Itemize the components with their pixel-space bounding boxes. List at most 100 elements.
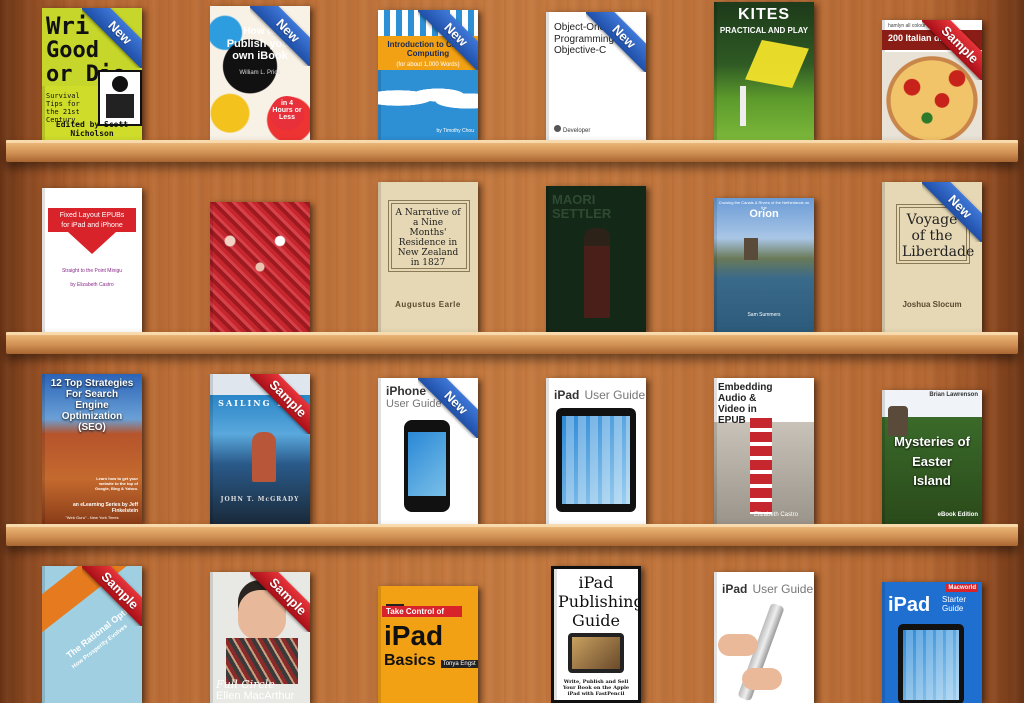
book-title-line1: iPad [722, 582, 748, 596]
shelf-plank [6, 332, 1018, 354]
book-author: Elizabeth Castro [754, 512, 799, 518]
sailor-figure [252, 432, 276, 482]
book-castellers-photo[interactable] [210, 202, 310, 332]
book-title-line2: Publish your own iBook [226, 38, 294, 62]
book-ipad-user-guide-hands[interactable]: iPad User Guide [714, 572, 814, 703]
book-title-line3: Starter Guide [942, 595, 967, 613]
book-title-line1: KITES [737, 6, 791, 23]
shelf-plank [6, 524, 1018, 546]
book-title-line1: Object-Oriented [554, 22, 625, 33]
book-take-control-ipad-basics[interactable]: Take Control of iPad Basics Tonya Engst [378, 586, 478, 703]
book-author: Tonya Engst [440, 660, 478, 668]
hand-icon [718, 634, 758, 656]
book-mysteries-of-easter-island[interactable]: Brian Lawrenson Mysteries of Easter Isla… [882, 390, 982, 524]
book-rational-optimist[interactable]: The Rational Optim How Prosperity Evolve… [42, 566, 142, 703]
book-ipad-user-guide[interactable]: iPad User Guide [546, 378, 646, 524]
book-title-line2: (for about 1,000 Words) [396, 62, 460, 68]
book-title-line2: User Guide [386, 398, 442, 410]
book-author: JOHN T. McGRADY [220, 496, 300, 503]
book-title-line2: User Guide [752, 582, 814, 596]
book-title: 12 Top Strategies For Search Engine Opti… [50, 378, 134, 433]
book-title-line2: iPad [384, 620, 444, 651]
book-author: Brian Lawrenson [929, 392, 978, 398]
shelf-plank [6, 140, 1018, 162]
book-title-row: iPad User Guide [722, 578, 813, 597]
ipad-icon [556, 408, 636, 512]
pizza-image [882, 52, 982, 140]
book-publish-your-own-ibook[interactable]: How to Publish your own iBook William L.… [210, 6, 310, 140]
book-author: an eLearning Series by Jeff Finkelstein [72, 502, 138, 514]
writer-illustration [98, 70, 142, 126]
book-title-row: iPad [888, 594, 930, 617]
book-title-line1: Fixed Layout EPUBs [59, 212, 125, 219]
book-author: William L. Price [239, 70, 281, 76]
book-title-line1: How to [243, 26, 277, 37]
book-title-line3: Basics [384, 652, 436, 669]
kite-illustration [745, 39, 809, 89]
figure-illustration [584, 228, 610, 318]
book-intro-cloud-computing[interactable]: Introduction to Cloud Computing (for abo… [378, 10, 478, 140]
book-title-line2: User Guide [584, 388, 646, 402]
book-title: Orion [749, 208, 779, 220]
book-narrative-new-zealand[interactable]: A Narrative of a Nine Months' Residence … [378, 182, 478, 332]
ipad-icon [898, 624, 964, 703]
book-subtitle: Write, Publish and Sell Your Book on the… [562, 679, 630, 697]
book-title-line1: iPad [554, 388, 580, 402]
book-subtitle: Straight to the Point Minigu [61, 268, 123, 274]
book-publisher: Macworld [946, 584, 978, 592]
book-title-line2: Ellen MacArthur [216, 690, 295, 702]
book-kites-practical-and-play[interactable]: KITES PRACTICAL AND PLAY [714, 2, 814, 140]
book-author: Edited by Scott Nicholson [55, 120, 129, 138]
portrait-face [238, 580, 286, 640]
book-footer: "Web Guru" - New York Times [65, 515, 119, 520]
book-embedding-audio-video-epub[interactable]: Embedding Audio & Video in EPUB Elizabet… [714, 378, 814, 524]
book-orion[interactable]: Cruising the Canals & Rivers of the Neth… [714, 198, 814, 332]
book-footer: eBook Edition [937, 512, 978, 518]
book-12-top-seo-strategies[interactable]: 12 Top Strategies For Search Engine Opti… [42, 374, 142, 524]
book-title: A Narrative of a Nine Months' Residence … [395, 208, 461, 268]
book-author: by Elizabeth Castro [70, 282, 114, 288]
book-author: by Timothy Chou [436, 128, 474, 134]
book-title-line2: for iPad and iPhone [61, 222, 123, 229]
book-iphone-user-guide[interactable]: iPhone User Guide New [378, 378, 478, 524]
hand-icon-2 [742, 668, 782, 690]
book-sailing[interactable]: SAILING THE JOHN T. McGRADY Sample [210, 374, 310, 524]
book-footer: Developer [563, 128, 591, 134]
book-title: iPad Publishing Guide [558, 573, 641, 630]
book-voyage-of-the-liberdade[interactable]: Voyage of the Liberdade Joshua Slocum Ne… [882, 182, 982, 332]
iphone-icon [404, 420, 450, 512]
book-title-line1: hamlyn all colour cookbook [888, 23, 949, 29]
book-maori-settler[interactable]: MAORI SETTLER [546, 186, 646, 332]
book-title-line2: iPad [888, 594, 931, 616]
book-200-italian-dishes[interactable]: hamlyn all colour cookbook 200 Italian d… [882, 20, 982, 140]
book-title-line1: iPhone [386, 384, 427, 398]
ipad-device-icon [568, 633, 624, 673]
book-title-row: Basics Tonya Engst [384, 650, 478, 670]
book-fixed-layout-epubs[interactable]: Fixed Layout EPUBs for iPad and iPhone S… [42, 188, 142, 332]
book-title: Mysteries of Easter Island [894, 434, 970, 488]
book-ipad-publishing-guide[interactable]: iPad Publishing Guide Write, Publish and… [551, 566, 641, 703]
book-title-row: iPad User Guide [554, 384, 645, 403]
book-author: Joshua Slocum [902, 300, 962, 309]
book-title-line2: PRACTICAL AND PLAY [719, 26, 809, 35]
book-author: Sam Summers [747, 312, 781, 318]
book-title: SAILING THE [218, 398, 302, 408]
book-title-line2: Good [46, 38, 99, 63]
book-author: Augustus Earle [395, 300, 461, 309]
book-macworld-ipad-starter-guide[interactable]: Macworld iPad Starter Guide [882, 582, 982, 703]
book-title: Voyage of the Liberdade [902, 212, 975, 260]
red-arrow-tip [68, 232, 116, 254]
book-title-line1: Introduction to Cloud Computing [387, 40, 469, 58]
book-full-circle-ellen-macarthur[interactable]: Full Circle Ellen MacArthur Sample [210, 572, 310, 703]
book-write-good-or-die[interactable]: Wri Good or Die Survival Tips for the 21… [42, 8, 142, 140]
book-object-oriented-programming[interactable]: Object-Oriented Programming with Objecti… [546, 12, 646, 140]
book-title-line1: Take Control of [382, 606, 462, 617]
palm-icon [386, 590, 404, 606]
windmill [744, 238, 758, 260]
book-title-line2: Programming with Objective-C [554, 34, 635, 56]
book-title-line1: MAORI [552, 192, 596, 207]
hours-badge: in 4 Hours or Less [270, 96, 304, 130]
book-title-line2: SETTLER [552, 206, 612, 221]
apple-icon [554, 125, 561, 132]
book-subtitle: Learn how to get your website to the top… [94, 476, 138, 491]
